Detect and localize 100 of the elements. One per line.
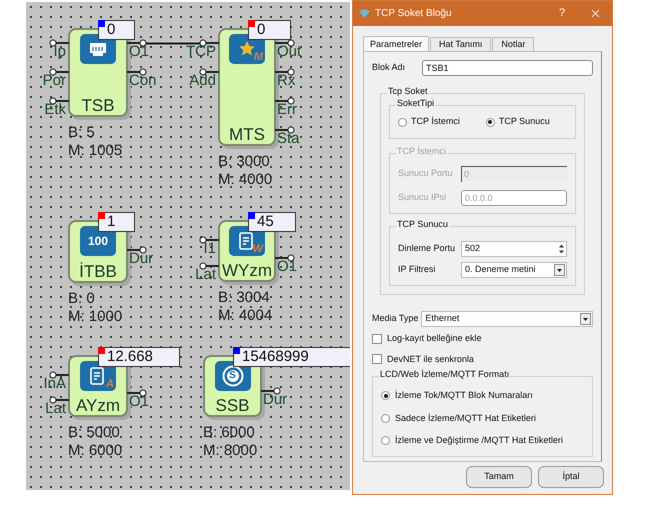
pin-label: O1: [129, 394, 150, 409]
input-pin[interactable]: [49, 371, 69, 379]
input-pin[interactable]: [49, 396, 69, 404]
icon-letter: M: [254, 52, 263, 63]
connection-wire: [146, 42, 202, 45]
output-pin[interactable]: [127, 39, 147, 47]
pin-label: O1: [277, 259, 298, 274]
note-icon: [90, 367, 106, 385]
radio-label: TCP Sunucu: [498, 115, 550, 128]
input-pin[interactable]: [49, 97, 69, 105]
output-pin[interactable]: [127, 246, 147, 254]
block-memory: M: 4004: [218, 308, 272, 323]
block-name: MTS: [228, 126, 266, 144]
input-pin[interactable]: [199, 39, 219, 47]
icon-letter: A: [106, 379, 114, 390]
output-pin[interactable]: [275, 254, 295, 262]
block-name: WYzm: [220, 262, 274, 280]
pin-label: Etk: [43, 102, 66, 117]
field-label: Dinleme Portu: [398, 242, 456, 256]
block-memory: M: 6000: [68, 443, 122, 458]
pin-label: O1: [129, 44, 150, 59]
output-pin[interactable]: [275, 68, 295, 76]
pin-label: Con: [129, 73, 157, 88]
group-title: Tcp Soket: [387, 87, 429, 96]
block-memory: M: 4000: [218, 172, 272, 187]
output-pin[interactable]: [275, 97, 295, 105]
input-field[interactable]: TSB1: [422, 60, 593, 76]
input-pin[interactable]: [199, 68, 219, 76]
radio-button[interactable]: [381, 391, 390, 400]
app-icon: [359, 9, 370, 18]
block-address: B: 0: [68, 291, 95, 306]
block-memory: M: 8000: [203, 443, 258, 458]
pin-label: Lat: [44, 401, 66, 416]
value-box: 12.668: [98, 347, 180, 367]
block-name: SSB: [214, 397, 251, 415]
pin-label: Ip: [52, 44, 66, 59]
checkbox[interactable]: [372, 334, 382, 344]
pin-label: Lat: [194, 267, 216, 282]
pin-label: Dur: [129, 251, 154, 266]
radio-label: TCP İstemci: [411, 115, 460, 128]
value-box: 1: [98, 212, 135, 232]
network-port-icon: [88, 41, 108, 57]
output-pin[interactable]: [127, 389, 147, 397]
output-pin[interactable]: [275, 39, 295, 47]
icon-letter: 100: [88, 235, 108, 247]
field-label: Sunucu Portu: [398, 167, 454, 180]
pin-label: TCP: [186, 44, 216, 59]
icon-letter: S: [229, 371, 236, 381]
field-label: Blok Adı: [372, 61, 406, 74]
checkbox-label: Log-kayıt belleğine ekle: [387, 332, 482, 345]
field-label: Media Type: [372, 312, 418, 326]
input-pin[interactable]: [199, 236, 219, 244]
pin-label: Rx: [277, 73, 296, 88]
spin-field[interactable]: 502: [461, 241, 567, 257]
pin-label: I1: [202, 241, 216, 256]
input-pin[interactable]: [49, 39, 69, 47]
block-address: B: 3000: [218, 154, 270, 169]
value-box: 45: [248, 212, 296, 232]
radio-button[interactable]: [381, 414, 390, 423]
dialog-button[interactable]: İptal: [538, 466, 604, 488]
block-address: B: 3004: [218, 290, 270, 305]
checkbox[interactable]: [372, 354, 382, 364]
output-pin[interactable]: [275, 126, 295, 134]
input-pin[interactable]: [49, 68, 69, 76]
tab[interactable]: Notlar: [492, 37, 534, 51]
dropdown[interactable]: Ethernet: [421, 311, 593, 327]
checkbox-label: DevNET ile senkronla: [387, 352, 474, 366]
spin-arrows-icon: [557, 243, 566, 255]
window-title: TCP Soket Bloğu: [375, 7, 453, 21]
block-name: TSB: [80, 97, 116, 115]
output-pin[interactable]: [261, 387, 281, 395]
diagram-canvas[interactable]: [26, 2, 350, 490]
radio-button[interactable]: [398, 118, 407, 126]
input-pin[interactable]: [199, 262, 219, 270]
radio-button[interactable]: [486, 118, 495, 126]
help-button[interactable]: ?: [552, 5, 572, 22]
block-name: AYzm: [74, 397, 122, 415]
pin-label: InA: [42, 376, 66, 391]
group-title: TCP Sunucu: [396, 220, 449, 229]
field-label: IP Filtresi: [398, 263, 436, 276]
dropdown[interactable]: 0. Deneme metini: [461, 262, 567, 278]
pin-label: Sta: [277, 131, 300, 146]
output-pin[interactable]: [127, 68, 147, 76]
value-box: 0: [248, 20, 291, 40]
star-icon: [238, 40, 256, 58]
block-memory: M: 1000: [68, 309, 122, 324]
dialog-button[interactable]: Tamam: [466, 466, 532, 488]
radio-label: Sadece İzleme/MQTT Hat Etiketleri: [395, 412, 536, 425]
tab[interactable]: Parametreler: [363, 36, 430, 52]
group-title: TCP İstemci: [396, 147, 447, 156]
field-label: Sunucu IPsi: [398, 191, 448, 204]
tab[interactable]: Hat Tanımı: [430, 37, 492, 51]
pin-label: Dur: [263, 392, 288, 407]
pin-label: Err: [277, 102, 297, 117]
icon-letter: W: [252, 244, 263, 255]
group-title: SoketTipi: [396, 99, 436, 108]
block-name: İTBB: [78, 263, 118, 281]
radio-button[interactable]: [381, 436, 390, 446]
value-box: 0: [98, 20, 135, 40]
radio-label: İzleme Tok/MQTT Blok Numaraları: [395, 389, 533, 402]
